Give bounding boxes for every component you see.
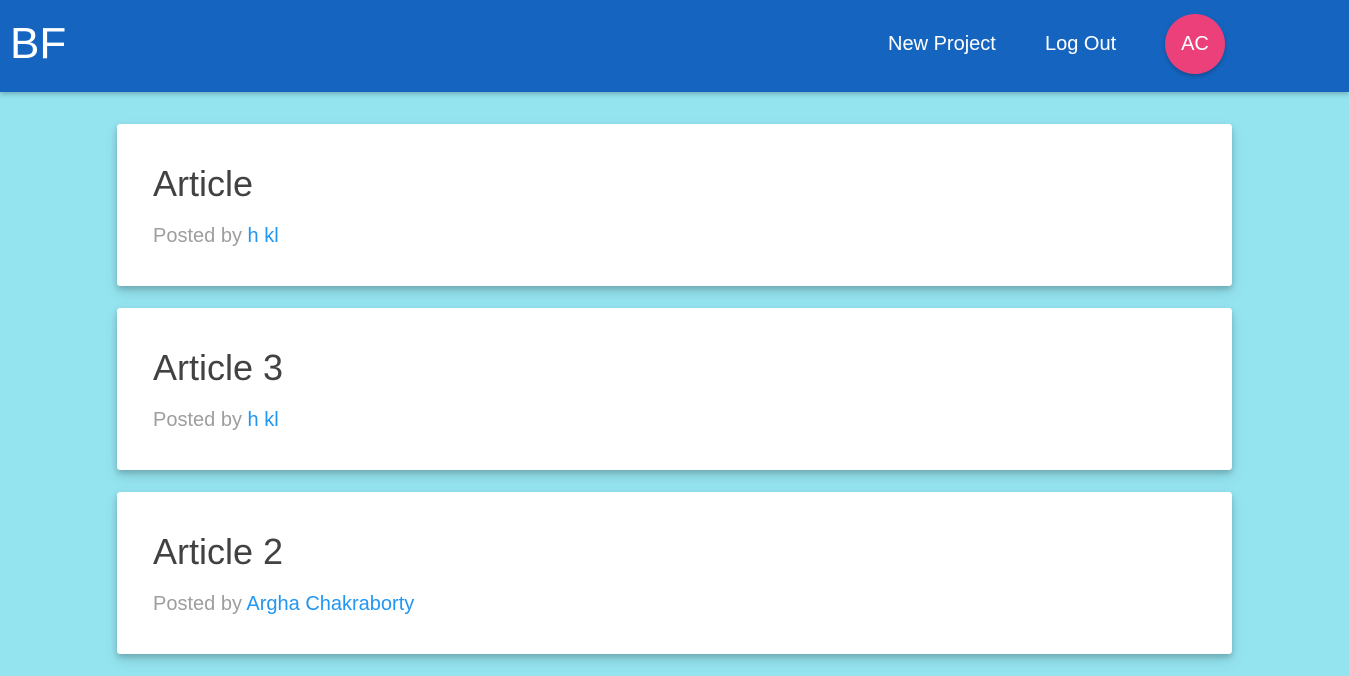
- article-title: Article 2: [153, 531, 284, 572]
- author-link[interactable]: Argha Chakraborty: [246, 593, 414, 615]
- article-meta: Posted by h kl: [153, 407, 279, 433]
- brand-logo[interactable]: BF: [10, 18, 66, 70]
- article-meta: Posted by Argha Chakraborty: [153, 591, 414, 617]
- user-avatar[interactable]: AC: [1165, 14, 1225, 74]
- article-card[interactable]: Article Posted by h kl: [117, 124, 1232, 286]
- article-title: Article: [153, 163, 254, 204]
- author-link[interactable]: h kl: [248, 225, 279, 247]
- article-card[interactable]: Article 3 Posted by h kl: [117, 308, 1232, 470]
- author-link[interactable]: h kl: [248, 409, 279, 431]
- posted-by-label: Posted by: [153, 409, 248, 431]
- article-list: Article Posted by h kl Article 3 Posted …: [117, 124, 1232, 676]
- posted-by-label: Posted by: [153, 593, 247, 615]
- log-out-link[interactable]: Log Out: [1045, 30, 1116, 58]
- article-meta: Posted by h kl: [153, 223, 279, 249]
- new-project-link[interactable]: New Project: [888, 30, 996, 58]
- top-navbar: BF New Project Log Out AC: [0, 0, 1349, 92]
- article-card[interactable]: Article 2 Posted by Argha Chakraborty: [117, 492, 1232, 654]
- article-title: Article 3: [153, 347, 284, 388]
- posted-by-label: Posted by: [153, 225, 248, 247]
